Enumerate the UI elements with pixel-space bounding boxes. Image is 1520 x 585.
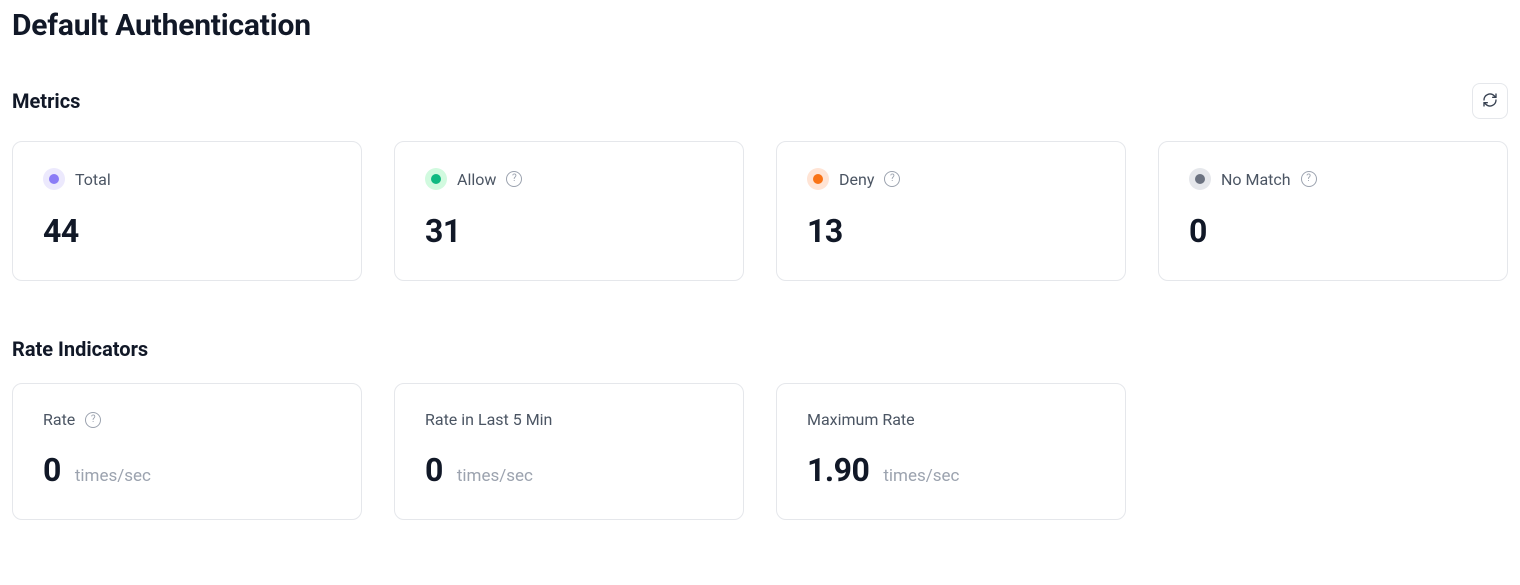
status-dot-icon	[1189, 168, 1211, 190]
help-icon[interactable]: ?	[506, 171, 522, 187]
rate-label: Maximum Rate	[807, 410, 915, 429]
rate-card-rate: Rate ? 0 times/sec	[12, 383, 362, 520]
status-dot-icon	[807, 168, 829, 190]
rate-label: Rate	[43, 410, 75, 429]
rate-unit: times/sec	[457, 466, 533, 486]
refresh-button[interactable]	[1472, 83, 1508, 119]
help-icon[interactable]: ?	[1301, 171, 1317, 187]
metric-value: 44	[43, 212, 79, 250]
rate-label: Rate in Last 5 Min	[425, 410, 552, 429]
help-icon[interactable]: ?	[85, 412, 101, 428]
refresh-icon	[1482, 92, 1498, 111]
metric-label: No Match	[1221, 170, 1291, 189]
metrics-card-row: Total 44 Allow ? 31 Deny ? 13	[12, 141, 1508, 281]
rate-unit: times/sec	[883, 466, 959, 486]
metric-card-nomatch: No Match ? 0	[1158, 141, 1508, 281]
metric-label: Allow	[457, 170, 496, 189]
metric-value: 0	[1189, 212, 1207, 250]
metric-value: 31	[425, 212, 461, 250]
rate-unit: times/sec	[75, 466, 151, 486]
status-dot-icon	[425, 168, 447, 190]
rate-card-last5: Rate in Last 5 Min 0 times/sec	[394, 383, 744, 520]
rate-card-max: Maximum Rate 1.90 times/sec	[776, 383, 1126, 520]
status-dot-icon	[43, 168, 65, 190]
rate-value: 0	[43, 451, 61, 489]
metric-card-allow: Allow ? 31	[394, 141, 744, 281]
rate-value: 1.90	[807, 451, 869, 489]
metric-card-deny: Deny ? 13	[776, 141, 1126, 281]
page-title: Default Authentication	[12, 8, 1508, 43]
metric-card-total: Total 44	[12, 141, 362, 281]
rate-value: 0	[425, 451, 443, 489]
metric-label: Deny	[839, 170, 874, 189]
metric-label: Total	[75, 170, 111, 189]
rates-section-title: Rate Indicators	[12, 337, 148, 361]
help-icon[interactable]: ?	[884, 171, 900, 187]
metric-value: 13	[807, 212, 843, 250]
rates-card-row: Rate ? 0 times/sec Rate in Last 5 Min 0 …	[12, 383, 1126, 520]
metrics-section-title: Metrics	[12, 89, 80, 113]
